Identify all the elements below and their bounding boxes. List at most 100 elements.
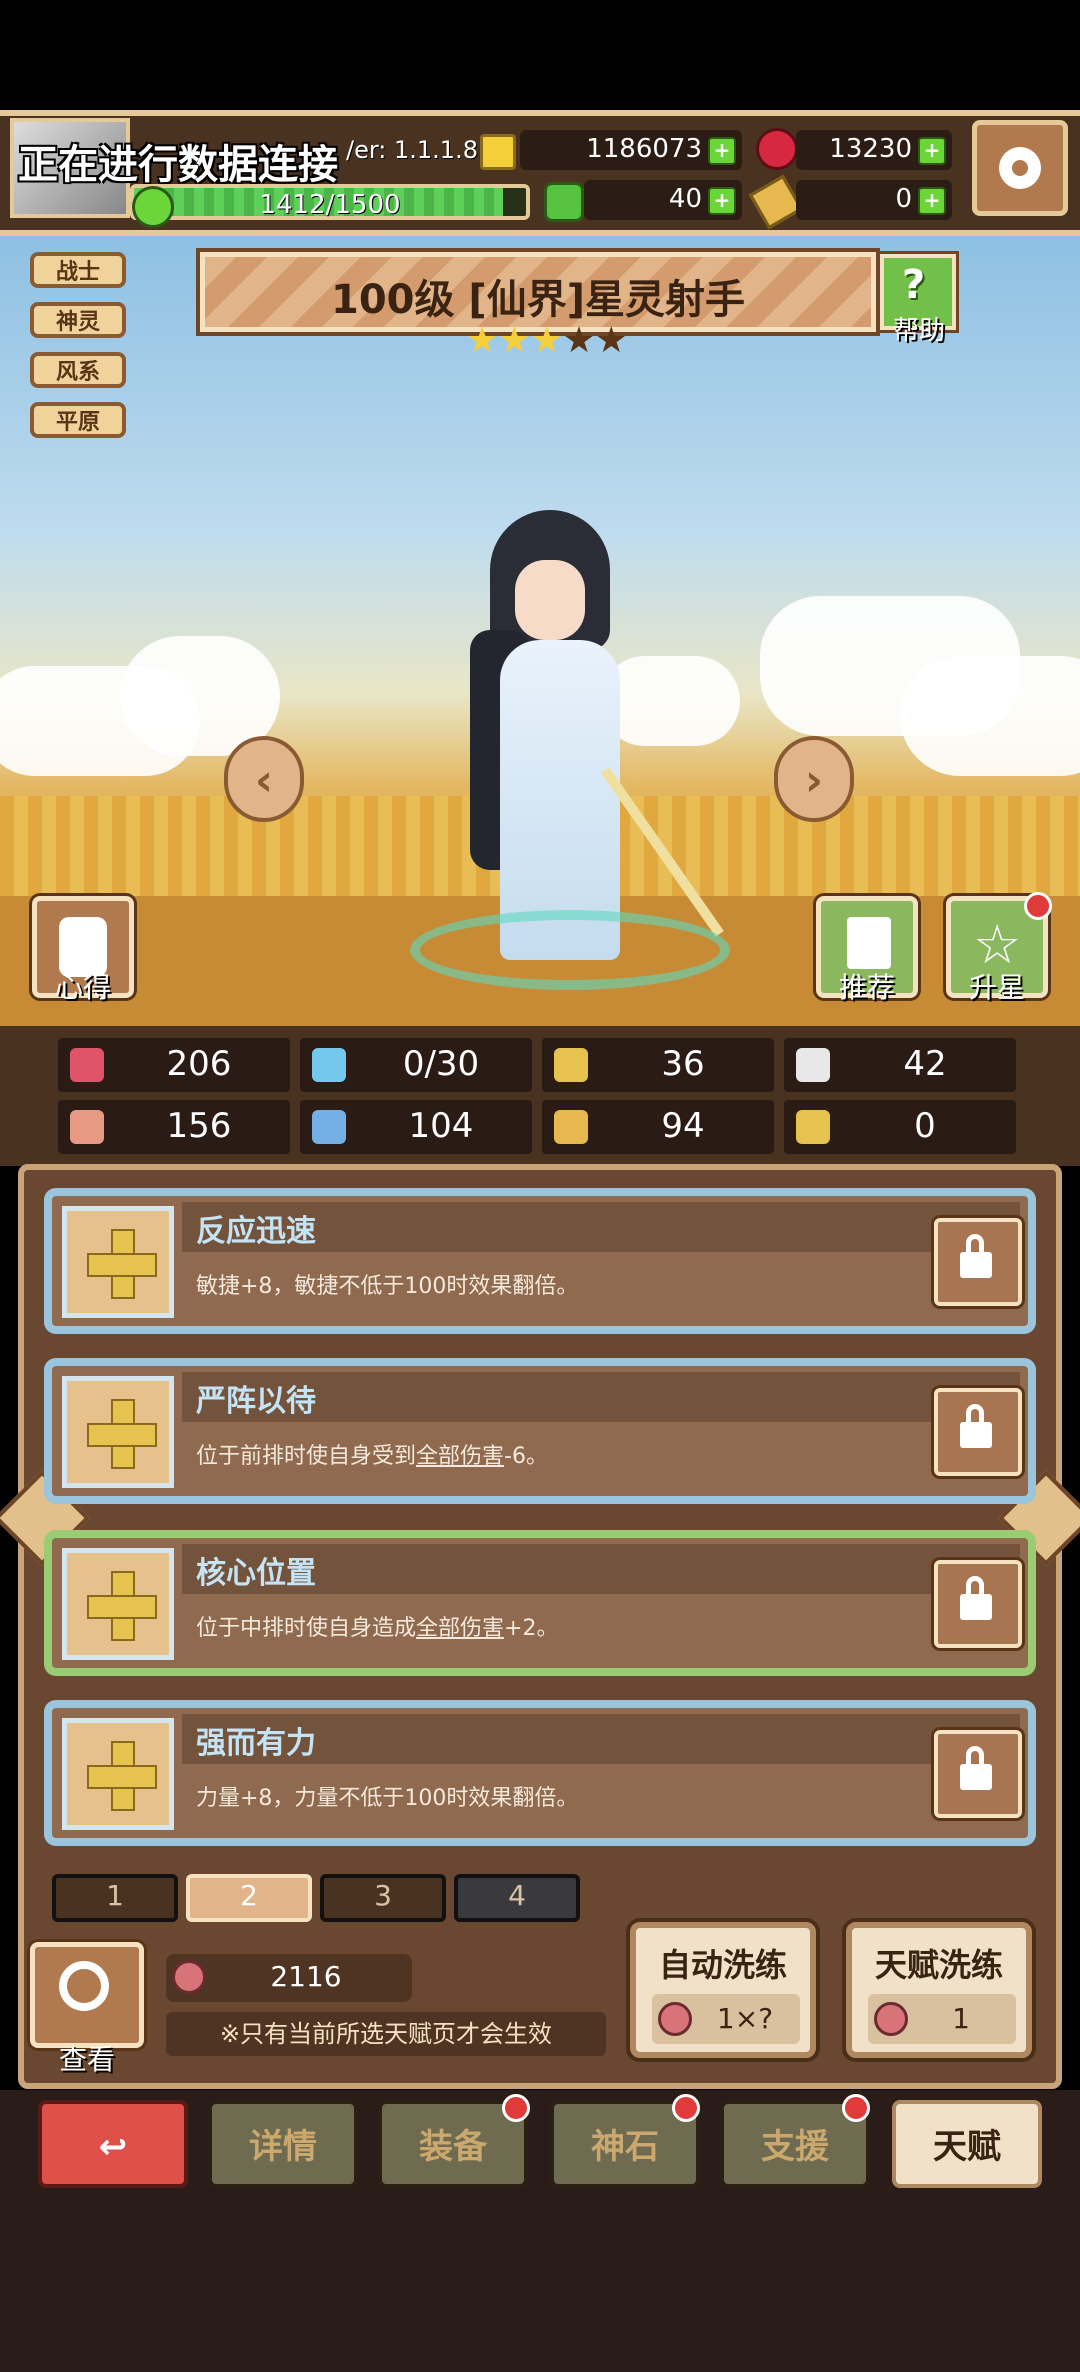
talent-page-tip: ※只有当前所选天赋页才会生效 — [166, 2012, 606, 2056]
talent-refine-button[interactable]: 天赋洗练 1 — [846, 1922, 1032, 2058]
talent-desc-link[interactable]: 全部伤害 — [416, 1616, 504, 1641]
talent-name: 反应迅速 — [196, 1214, 316, 1249]
talent-page-tab-4[interactable]: 4 — [454, 1874, 580, 1922]
gear-hole — [1012, 160, 1028, 176]
talent-desc-text: 力量+8，力量不低于100时效果翻倍。 — [196, 1786, 579, 1811]
talent-page-tab-1[interactable]: 1 — [52, 1874, 178, 1922]
gem-slot: 13230 + — [796, 130, 952, 170]
settings-button[interactable] — [972, 120, 1068, 216]
key-slot: 0 + — [796, 180, 952, 220]
talent-description: 位于前排时使自身受到全部伤害-6。 — [196, 1438, 548, 1470]
star-up-notification-dot — [1024, 892, 1052, 920]
chevron-left-icon: ‹ — [254, 755, 274, 806]
shield-icon — [554, 1048, 588, 1082]
talent-name: 严阵以待 — [196, 1384, 316, 1419]
hero-face — [515, 560, 585, 640]
previous-hero-button[interactable]: ‹ — [224, 736, 304, 822]
return-icon: ↩ — [98, 2127, 128, 2167]
add-key-button[interactable]: + — [918, 187, 946, 215]
tag-element: 风系 — [30, 352, 126, 388]
gold-value: 1186073 — [586, 134, 702, 164]
talent-slot[interactable]: 强而有力力量+8，力量不低于100时效果翻倍。 — [44, 1700, 1036, 1846]
stat-item: 94 — [542, 1100, 774, 1154]
stat-item: 206 — [58, 1038, 290, 1092]
exp-text: 1412/1500 — [259, 190, 401, 220]
talent-desc-text: 位于前排时使自身受到 — [196, 1444, 417, 1469]
stat-value: 104 — [408, 1106, 474, 1146]
lock-button[interactable] — [934, 1560, 1022, 1648]
talent-desc-link[interactable]: 全部伤害 — [416, 1444, 504, 1469]
auto-refine-cost: 1×? — [652, 1994, 800, 2044]
lock-shackle — [966, 1576, 984, 1598]
cross-icon-h — [87, 1423, 157, 1447]
details-tab[interactable]: 详情 — [208, 2100, 358, 2188]
magnifier-icon — [59, 1961, 109, 2011]
clover-exp-icon — [132, 186, 174, 228]
auto-refine-button[interactable]: 自动洗练 1×? — [630, 1922, 816, 2058]
book-icon — [312, 1110, 346, 1144]
stat-item: 42 — [784, 1038, 1016, 1092]
stat-item: 36 — [542, 1038, 774, 1092]
back-button[interactable]: ↩ — [38, 2100, 188, 2188]
stat-value: 42 — [903, 1044, 947, 1084]
stat-value: 206 — [166, 1044, 232, 1084]
talent-refine-label: 天赋洗练 — [874, 1946, 1003, 1984]
talent-refine-cost: 1 — [868, 1994, 1016, 2044]
add-clover-button[interactable]: + — [708, 187, 736, 215]
support-notification-dot — [842, 2094, 870, 2122]
tag-race: 神灵 — [30, 302, 126, 338]
clover-icon — [544, 182, 584, 222]
cloud — [900, 656, 1080, 776]
hero-title: 100级 [仙界]星灵射手 — [331, 277, 745, 323]
potion-icon — [172, 1960, 206, 1994]
talent-tab[interactable]: 天赋 — [892, 2100, 1042, 2188]
clover-value: 40 — [668, 184, 702, 214]
potion-count: 2116 — [270, 1960, 342, 1993]
talent-description: 敏捷+8，敏捷不低于100时效果翻倍。 — [196, 1268, 578, 1300]
view-button[interactable] — [30, 1942, 144, 2048]
key-value: 0 — [895, 184, 912, 214]
star-filled-icon: ★ — [530, 320, 563, 361]
talent-desc-text-end: -6。 — [504, 1444, 548, 1469]
talent-slot[interactable]: 严阵以待位于前排时使自身受到全部伤害-6。 — [44, 1358, 1036, 1504]
equipment-notification-dot — [502, 2094, 530, 2122]
potion-icon — [874, 2002, 908, 2036]
star-empty-icon: ★ — [595, 320, 628, 361]
exp-bar: 1412/1500 — [130, 184, 530, 220]
tag-class: 战士 — [30, 252, 126, 288]
stat-item: 0/30 — [300, 1038, 532, 1092]
potion-counter: 2116 — [166, 1954, 412, 2002]
water-drop-icon — [312, 1048, 346, 1082]
chevron-right-icon: › — [804, 755, 824, 806]
star-empty-icon: ★ — [562, 320, 596, 361]
talent-slot[interactable]: 反应迅速敏捷+8，敏捷不低于100时效果翻倍。 — [44, 1188, 1036, 1334]
next-hero-button[interactable]: › — [774, 736, 854, 822]
talent-name: 强而有力 — [196, 1726, 316, 1761]
ruby-icon — [756, 128, 798, 170]
lock-button[interactable] — [934, 1218, 1022, 1306]
talent-page-tab-2[interactable]: 2 — [186, 1874, 312, 1922]
lock-shackle — [966, 1404, 984, 1426]
gem-value: 13230 — [829, 134, 912, 164]
stat-value: 0 — [914, 1106, 936, 1146]
stat-item: 156 — [58, 1100, 290, 1154]
lock-shackle — [966, 1746, 984, 1768]
tag-terrain: 平原 — [30, 402, 126, 438]
lock-button[interactable] — [934, 1730, 1022, 1818]
star-up-label: 升星 — [968, 971, 1025, 1004]
talent-page-tab-3[interactable]: 3 — [320, 1874, 446, 1922]
talent-slot[interactable]: 核心位置位于中排时使自身造成全部伤害+2。 — [44, 1530, 1036, 1676]
hero-character-sprite — [350, 500, 770, 1000]
talent-name: 核心位置 — [196, 1556, 316, 1591]
add-gem-button[interactable]: + — [918, 137, 946, 165]
god-stone-notification-dot — [672, 2094, 700, 2122]
thumbs-up-icon — [847, 917, 891, 969]
talent-refine-cost-text: 1 — [952, 2002, 970, 2035]
wind-aura — [410, 910, 730, 990]
talent-description: 位于中排时使自身造成全部伤害+2。 — [196, 1610, 558, 1642]
add-gold-button[interactable]: + — [708, 137, 736, 165]
cross-icon-h — [87, 1253, 157, 1277]
horseshoe-icon — [796, 1110, 830, 1144]
lock-button[interactable] — [934, 1388, 1022, 1476]
stat-value: 36 — [661, 1044, 705, 1084]
